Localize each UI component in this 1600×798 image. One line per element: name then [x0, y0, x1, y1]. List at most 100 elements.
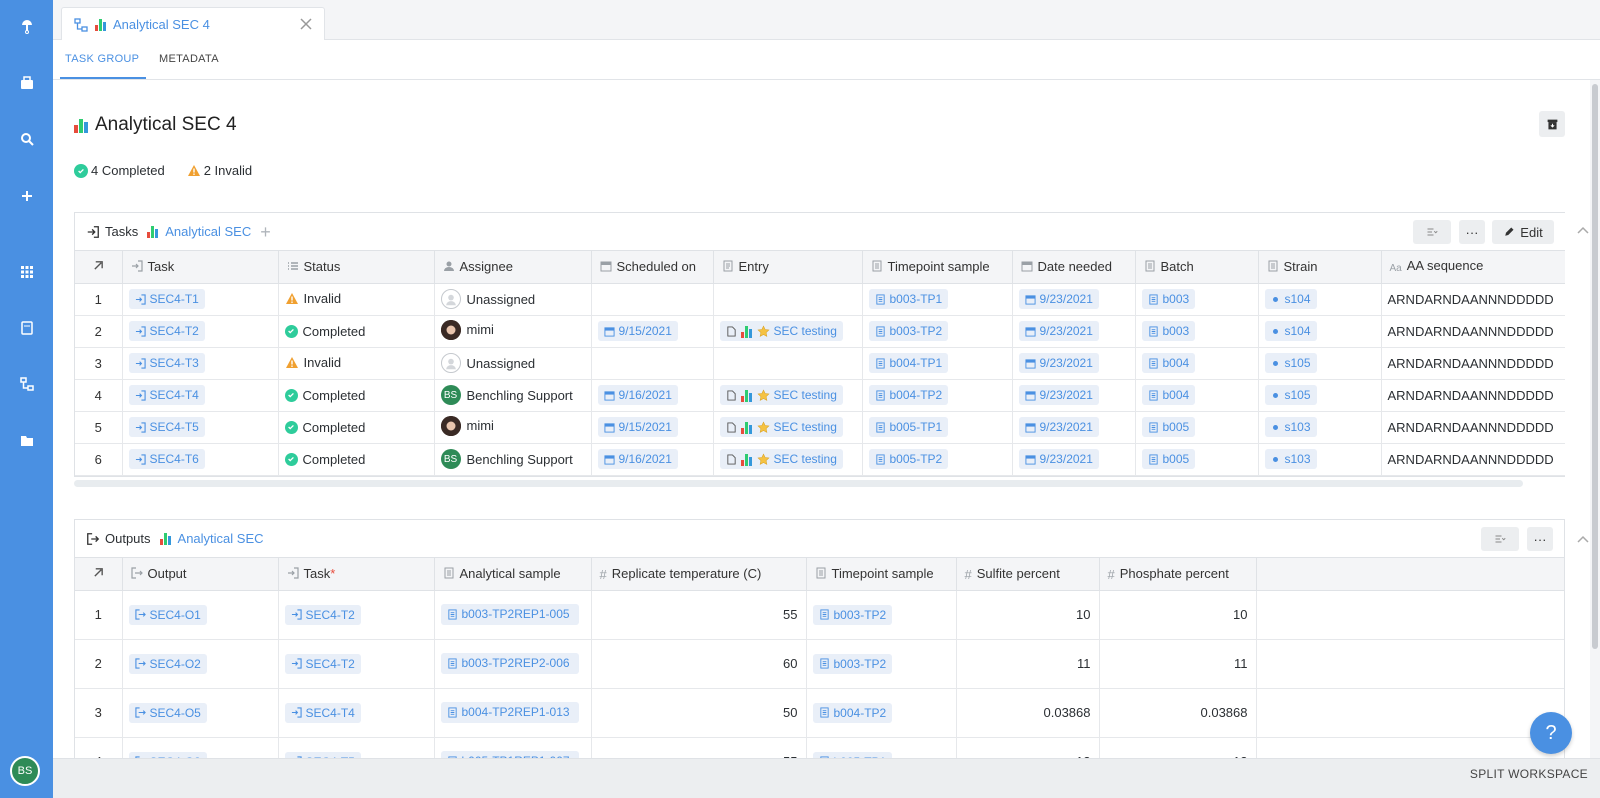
analytical-sample-cell[interactable]: b003-TP2REP2-006	[434, 639, 592, 689]
timepoint-sample-link[interactable]: b004-TP2	[868, 385, 949, 405]
notebook-icon[interactable]	[0, 310, 53, 346]
strain-cell[interactable]: s105	[1258, 347, 1382, 380]
add-task-button[interactable]: +	[260, 223, 271, 241]
timepoint-sample-link[interactable]: b003-TP2	[812, 653, 893, 674]
workflow-icon[interactable]	[0, 366, 53, 402]
column-header-timepoint-sample[interactable]: Timepoint sample	[806, 558, 957, 591]
column-settings-button[interactable]	[1413, 220, 1451, 244]
replicate-temperature-cell[interactable]: 50	[591, 688, 807, 738]
search-icon[interactable]	[0, 121, 53, 157]
assignee-cell[interactable]: Unassigned	[434, 347, 592, 380]
entry-link[interactable]: SEC testing	[719, 449, 843, 469]
timepoint-cell[interactable]: b003-TP2	[806, 590, 957, 640]
aa-sequence-cell[interactable]: ARNDARNDAANNNDDDDD	[1381, 283, 1565, 316]
output-link[interactable]: SEC4-O2	[128, 653, 207, 674]
batch-cell[interactable]: b004	[1135, 347, 1259, 380]
strain-link[interactable]: s104	[1264, 289, 1317, 309]
table-row[interactable]: 4 SEC4-T4 Completed BS Benchling Support …	[75, 379, 1565, 412]
chevron-up-icon[interactable]	[1576, 533, 1590, 547]
column-header-output[interactable]: Output	[122, 558, 279, 591]
edit-button[interactable]: Edit	[1492, 220, 1554, 244]
task-link[interactable]: SEC4-T2	[284, 604, 361, 625]
select-all-header[interactable]	[75, 251, 123, 284]
date-needed[interactable]: 9/23/2021	[1018, 321, 1099, 341]
scheduled-date[interactable]: 9/15/2021	[597, 417, 678, 437]
timepoint-sample-link[interactable]: b005-TP2	[868, 449, 949, 469]
column-header-analytical-sample[interactable]: Analytical sample	[434, 558, 592, 591]
date-needed[interactable]: 9/23/2021	[1018, 385, 1099, 405]
status-cell[interactable]: Completed	[278, 315, 435, 348]
phosphate-percent-cell[interactable]: 11	[1099, 639, 1257, 689]
column-header-task[interactable]: Task*	[278, 558, 435, 591]
task-link[interactable]: SEC4-T2	[284, 653, 361, 674]
status-cell[interactable]: Completed	[278, 379, 435, 412]
batch-link[interactable]: b004	[1141, 385, 1196, 405]
batch-cell[interactable]: b004	[1135, 379, 1259, 412]
analytical-sample-link[interactable]: b003-TP2REP1-005	[440, 604, 579, 625]
batch-cell[interactable]: b003	[1135, 283, 1259, 316]
vertical-scrollbar[interactable]	[1590, 80, 1600, 798]
task-cell[interactable]: SEC4-T4	[278, 688, 435, 738]
analytical-sample-link[interactable]: b003-TP2REP2-006	[440, 653, 579, 674]
column-header-timepoint-sample[interactable]: Timepoint sample	[862, 251, 1013, 284]
batch-cell[interactable]: b005	[1135, 411, 1259, 444]
strain-cell[interactable]: s103	[1258, 443, 1382, 476]
task-cell[interactable]: SEC4-T5	[122, 411, 279, 444]
output-cell[interactable]: SEC4-O1	[122, 590, 279, 640]
replicate-temperature-cell[interactable]: 60	[591, 639, 807, 689]
entry-cell[interactable]: SEC testing	[713, 443, 863, 476]
date-needed-cell[interactable]: 9/23/2021	[1012, 283, 1136, 316]
table-row[interactable]: 6 SEC4-T6 Completed BS Benchling Support …	[75, 443, 1565, 476]
split-workspace-button[interactable]: SPLIT WORKSPACE	[1470, 767, 1588, 781]
aa-sequence-cell[interactable]: ARNDARNDAANNNDDDDD	[1381, 315, 1565, 348]
assignee-cell[interactable]: BS Benchling Support	[434, 379, 592, 412]
strain-cell[interactable]: s105	[1258, 379, 1382, 412]
tab-metadata[interactable]: METADATA	[159, 53, 219, 65]
timepoint-cell[interactable]: b004-TP2	[806, 688, 957, 738]
table-row[interactable]: 2 SEC4-O2 SEC4-T2 b003-TP2REP2-006 60 b0…	[75, 639, 1564, 689]
timepoint-cell[interactable]: b004-TP2	[862, 379, 1013, 412]
task-cell[interactable]: SEC4-T1	[122, 283, 279, 316]
strain-link[interactable]: s104	[1264, 321, 1317, 341]
timepoint-sample-link[interactable]: b003-TP2	[812, 604, 893, 625]
batch-cell[interactable]: b005	[1135, 443, 1259, 476]
date-needed-cell[interactable]: 9/23/2021	[1012, 443, 1136, 476]
output-cell[interactable]: SEC4-O2	[122, 639, 279, 689]
timepoint-cell[interactable]: b003-TP1	[862, 283, 1013, 316]
task-link[interactable]: SEC4-T3	[128, 353, 205, 373]
status-cell[interactable]: Invalid	[278, 347, 435, 380]
document-tab[interactable]: Analytical SEC 4	[61, 7, 325, 41]
timepoint-sample-link[interactable]: b005-TP1	[868, 417, 949, 437]
output-cell[interactable]: SEC4-O5	[122, 688, 279, 738]
logo-icon[interactable]	[0, 8, 53, 44]
entry-cell[interactable]: SEC testing	[713, 411, 863, 444]
task-link[interactable]: SEC4-T4	[284, 702, 361, 723]
select-all-header[interactable]	[75, 558, 123, 591]
strain-link[interactable]: s103	[1264, 417, 1317, 437]
batch-link[interactable]: b003	[1141, 289, 1196, 309]
task-cell[interactable]: SEC4-T3	[122, 347, 279, 380]
user-avatar[interactable]: BS	[10, 756, 40, 786]
date-needed-cell[interactable]: 9/23/2021	[1012, 347, 1136, 380]
batch-cell[interactable]: b003	[1135, 315, 1259, 348]
phosphate-percent-cell[interactable]: 0.03868	[1099, 688, 1257, 738]
close-icon[interactable]	[298, 16, 314, 32]
date-needed[interactable]: 9/23/2021	[1018, 289, 1099, 309]
entry-link[interactable]: SEC testing	[719, 385, 843, 405]
scrollbar-thumb[interactable]	[1592, 84, 1598, 649]
task-link[interactable]: SEC4-T4	[128, 385, 205, 405]
strain-link[interactable]: s103	[1264, 449, 1317, 469]
assignee-cell[interactable]: mimi	[434, 315, 592, 348]
timepoint-cell[interactable]: b004-TP1	[862, 347, 1013, 380]
column-header-phosphate-percent[interactable]: # Phosphate percent	[1099, 558, 1257, 591]
aa-sequence-cell[interactable]: ARNDARNDAANNNDDDDD	[1381, 443, 1565, 476]
scheduled-cell[interactable]: 9/15/2021	[591, 411, 714, 444]
strain-cell[interactable]: s103	[1258, 411, 1382, 444]
column-header-status[interactable]: Status	[278, 251, 435, 284]
column-header-replicate-temperature[interactable]: # Replicate temperature (C)	[591, 558, 807, 591]
scheduled-cell[interactable]: 9/16/2021	[591, 379, 714, 412]
timepoint-sample-link[interactable]: b003-TP1	[868, 289, 949, 309]
status-cell[interactable]: Invalid	[278, 283, 435, 316]
timepoint-cell[interactable]: b003-TP2	[806, 639, 957, 689]
entry-link[interactable]: SEC testing	[719, 417, 843, 437]
